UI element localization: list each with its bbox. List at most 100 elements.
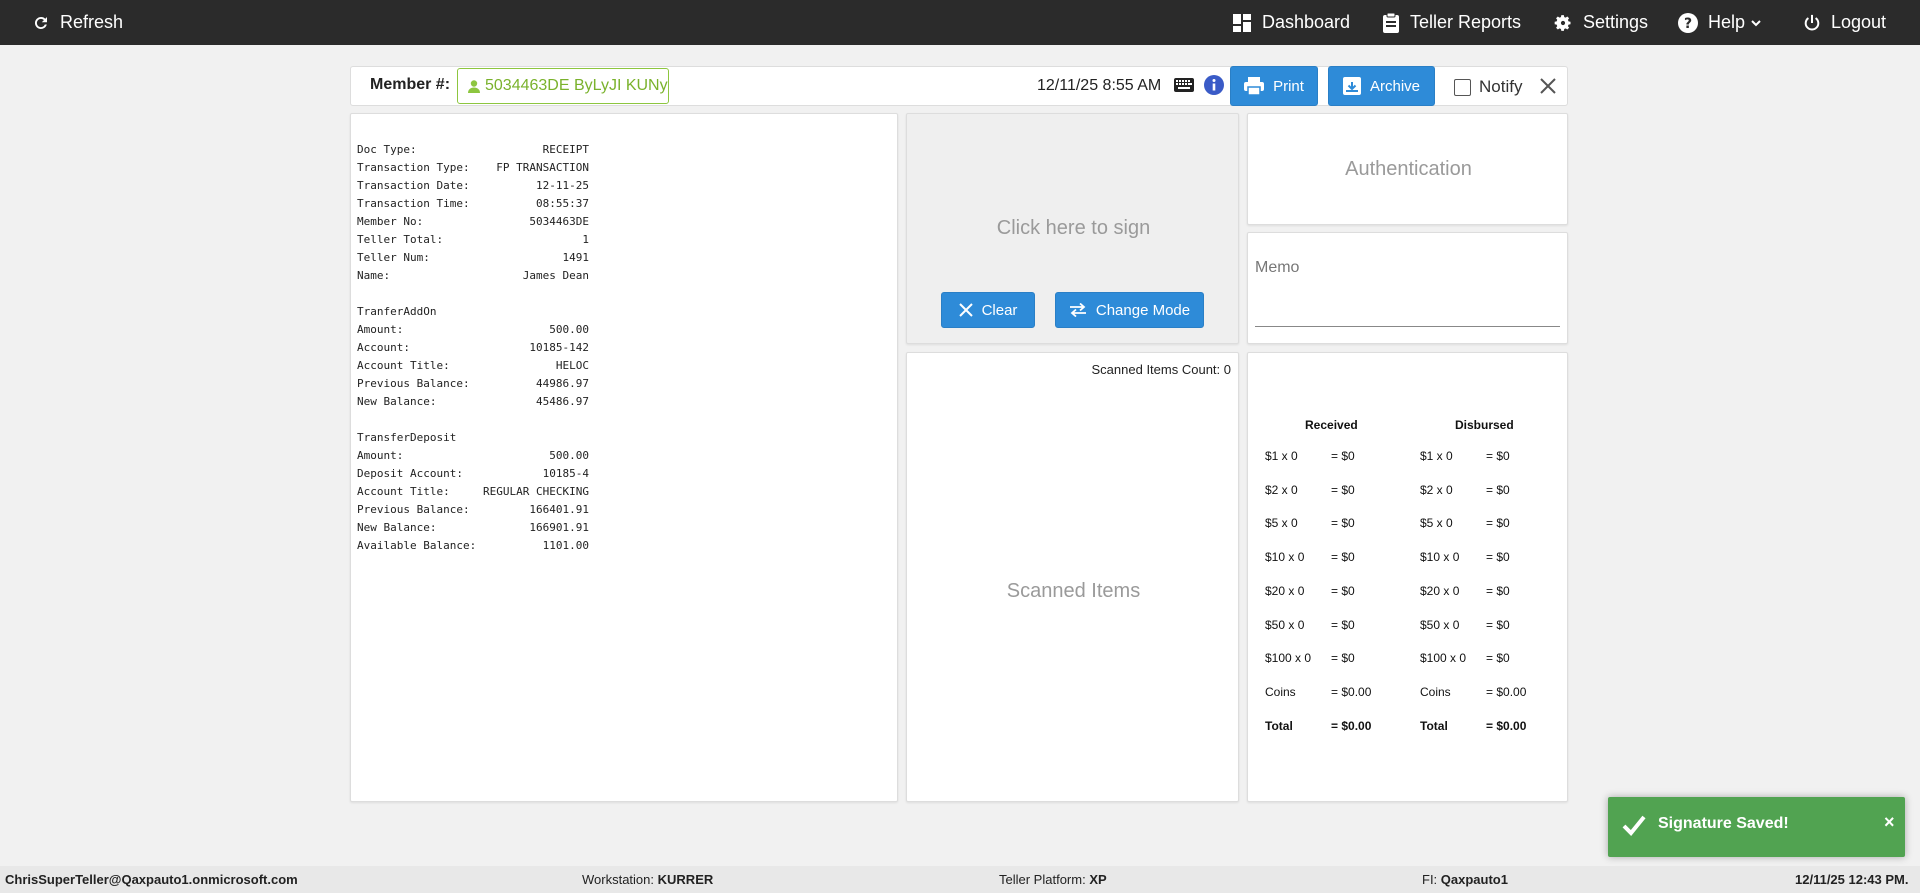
receipt-value: 1101.00 — [542, 539, 589, 552]
print-button[interactable]: Print — [1230, 66, 1318, 106]
toast-close-button[interactable]: × — [1884, 812, 1895, 833]
cash-d-label: $5 x 0 — [1420, 516, 1453, 531]
cash-r-label: $10 x 0 — [1265, 550, 1305, 565]
receipt-key: Transaction Type: — [357, 161, 470, 174]
receipt-key: Teller Total: — [357, 233, 444, 246]
nav-help[interactable]: ? Help — [1678, 0, 1762, 45]
info-icon[interactable] — [1204, 75, 1224, 95]
close-icon[interactable] — [1539, 77, 1557, 95]
chevron-down-icon — [1751, 19, 1761, 26]
dashboard-icon — [1233, 13, 1251, 32]
change-mode-button[interactable]: Change Mode — [1055, 292, 1204, 328]
receipt-value: 500.00 — [549, 449, 589, 462]
member-label: Member #: — [370, 76, 451, 93]
cash-d-label: $10 x 0 — [1420, 550, 1460, 565]
cash-r-val: = $0 — [1331, 651, 1355, 666]
received-header: Received — [1305, 418, 1358, 432]
receipt-key: Account Title: — [357, 359, 450, 372]
receipt-line: Account Title: HELOC — [357, 357, 589, 375]
signature-pad[interactable]: Click here to sign Clear Change Mode — [906, 113, 1239, 344]
nav-dashboard-label: Dashboard — [1262, 12, 1351, 32]
receipt-key: Name: — [357, 269, 391, 282]
notify-checkbox[interactable]: Notify — [1454, 77, 1522, 97]
nav-dashboard[interactable]: Dashboard — [1232, 0, 1350, 45]
disbursed-header: Disbursed — [1455, 418, 1514, 432]
refresh-label: Refresh — [60, 12, 124, 32]
cash-d-val: = $0 — [1486, 516, 1510, 531]
toast-message: Signature Saved! — [1658, 815, 1789, 832]
footer-user-value: ChrisSuperTeller@Qaxpauto1.onmicrosoft.c… — [5, 872, 298, 887]
footer-workstation-label: Workstation: — [582, 872, 655, 887]
cash-d-label: $2 x 0 — [1420, 482, 1453, 497]
memo-panel: Memo — [1247, 232, 1568, 344]
refresh-icon — [34, 16, 47, 29]
cash-d-label: $50 x 0 — [1420, 617, 1460, 632]
nav-help-label: Help — [1708, 12, 1746, 32]
receipt-value: REGULAR CHECKING — [483, 485, 589, 498]
user-icon — [468, 79, 480, 93]
keyboard-icon[interactable] — [1174, 78, 1194, 92]
receipt-line: Name: James Dean — [357, 267, 589, 285]
cash-d-label: $1 x 0 — [1420, 449, 1453, 463]
receipt-line: Deposit Account: 10185-4 — [357, 465, 589, 483]
status-footer: ChrisSuperTeller@Qaxpauto1.onmicrosoft.c… — [0, 866, 1920, 893]
cash-r-val: = $0 — [1331, 550, 1355, 565]
receipt-value: RECEIPT — [542, 143, 589, 156]
nav-logout-label: Logout — [1831, 12, 1887, 32]
footer-fi: FI: Qaxpauto1 — [1422, 872, 1508, 887]
receipt-value: 1 — [582, 233, 589, 246]
cash-r-label: Coins — [1265, 684, 1296, 699]
member-field[interactable]: 5034463DE ByLyJI KUNy — [457, 68, 669, 104]
memo-input[interactable] — [1255, 326, 1560, 327]
footer-user: ChrisSuperTeller@Qaxpauto1.onmicrosoft.c… — [5, 872, 298, 887]
receipt-key: Transaction Time: — [357, 197, 470, 210]
receipt-key: Amount: — [357, 323, 404, 336]
check-icon — [1622, 815, 1646, 836]
clear-button[interactable]: Clear — [941, 292, 1035, 328]
cash-r-val: = $0.00 — [1331, 684, 1372, 699]
receipt-value: FP TRANSACTION — [496, 161, 589, 174]
cash-summary-panel: Received Disbursed $1 x 0 = $0 $1 x 0 = $0 $… — [1247, 352, 1568, 802]
receipt-value: 45486.97 — [536, 395, 589, 408]
receipt-key: TransferDeposit — [357, 431, 457, 444]
archive-button[interactable]: Archive — [1328, 66, 1435, 106]
notify-checkbox-box[interactable] — [1454, 78, 1471, 96]
footer-workstation-value: KURRER — [657, 872, 714, 887]
receipt-value: 166901.91 — [529, 521, 589, 534]
receipt-value: 5034463DE — [529, 215, 589, 228]
cash-d-val: = $0.00 — [1486, 718, 1527, 733]
nav-logout[interactable]: Logout — [1803, 0, 1886, 45]
receipt-line: Available Balance: 1101.00 — [357, 537, 589, 555]
receipt-key: New Balance: — [357, 395, 437, 408]
receipt-key: Account: — [357, 341, 410, 354]
authentication-panel[interactable]: Authentication — [1247, 113, 1568, 225]
receipt-key: Deposit Account: — [357, 467, 463, 480]
receipt-value: 12-11-25 — [536, 179, 589, 192]
signature-prompt: Click here to sign — [996, 217, 1151, 239]
nav-settings[interactable]: Settings — [1553, 0, 1648, 45]
receipt-value: HELOC — [555, 359, 589, 372]
footer-fi-value: Qaxpauto1 — [1440, 872, 1508, 887]
cash-d-label: Total — [1420, 718, 1448, 733]
receipt-line: Amount: 500.00 — [357, 447, 589, 465]
cash-d-label: Coins — [1420, 684, 1451, 699]
footer-platform: Teller Platform: XP — [999, 872, 1107, 887]
top-nav-bar: Refresh Dashboard Teller Reports Setting… — [0, 0, 1920, 45]
receipt-line: Transaction Type: FP TRANSACTION — [357, 159, 589, 177]
cash-d-val: = $0 — [1486, 617, 1510, 632]
cash-d-val: = $0 — [1486, 651, 1510, 666]
cash-r-val: = $0.00 — [1331, 718, 1372, 733]
cash-d-val: = $0 — [1486, 449, 1510, 463]
memo-label: Memo — [1255, 259, 1300, 276]
receipt-key: Previous Balance: — [357, 377, 470, 390]
nav-teller-reports[interactable]: Teller Reports — [1382, 0, 1521, 45]
receipt-line: New Balance: 166901.91 — [357, 519, 589, 537]
footer-fi-label: FI: — [1422, 872, 1438, 887]
cash-r-label: $50 x 0 — [1265, 617, 1305, 632]
scanned-items-panel: Scanned Items Count: 0 Scanned Items — [906, 352, 1239, 802]
receipt-line: Account: 10185-142 — [357, 339, 589, 357]
cash-r-val: = $0 — [1331, 516, 1355, 531]
footer-datetime: 12/11/25 12:43 PM. — [1795, 872, 1908, 887]
refresh-button[interactable]: Refresh — [32, 0, 123, 45]
cash-r-label: $5 x 0 — [1265, 516, 1298, 531]
